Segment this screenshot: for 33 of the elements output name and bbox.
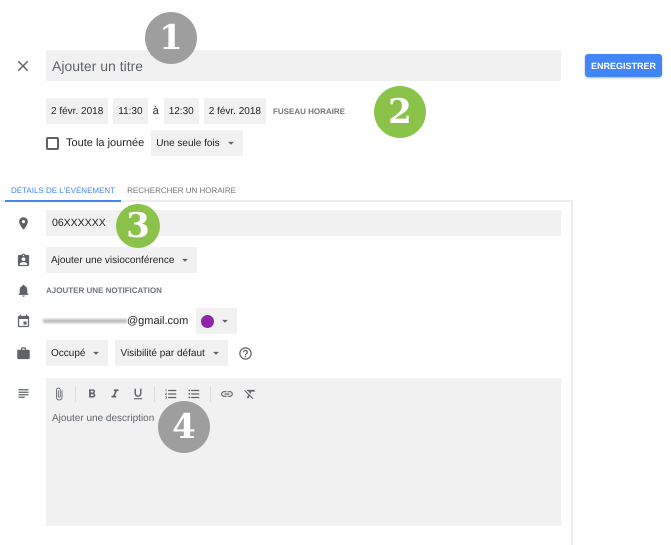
calendar-icon	[16, 314, 30, 328]
briefcase-icon	[16, 346, 30, 360]
callout-number: 1	[145, 12, 197, 64]
callout-number: 3	[116, 204, 160, 248]
availability-dropdown[interactable]: Occupé	[46, 340, 108, 366]
all-day-label: Toute la journée	[66, 137, 144, 149]
all-day-checkbox[interactable]	[46, 136, 59, 150]
underline-icon[interactable]	[131, 387, 145, 401]
start-date-field[interactable]: 2 févr. 2018	[46, 98, 108, 124]
bulleted-list-icon[interactable]	[187, 387, 201, 401]
separator-text: à	[152, 105, 159, 117]
description-icon	[16, 386, 30, 401]
visibility-dropdown[interactable]: Visibilité par défaut	[115, 340, 228, 366]
end-time-field[interactable]: 12:30	[164, 98, 199, 124]
calendar-email: @gmail.com	[127, 315, 188, 327]
tab[interactable]: RECHERCHER UN HORAIRE	[121, 183, 242, 202]
callout-number: 2	[374, 86, 426, 138]
contact-card-icon	[16, 252, 30, 268]
start-time-field[interactable]: 11:30	[113, 98, 148, 124]
timezone-link[interactable]: FUSEAU HORAIRE	[272, 106, 345, 116]
recurrence-dropdown[interactable]: Une seule fois	[151, 130, 243, 156]
add-notification-link[interactable]: AJOUTER UNE NOTIFICATION	[46, 286, 162, 294]
tab[interactable]: DÉTAILS DE L'ÉVÉNEMENT	[5, 183, 122, 202]
end-date-field[interactable]: 2 févr. 2018	[204, 98, 266, 124]
color-dropdown[interactable]	[196, 308, 238, 334]
save-button[interactable]: ENREGISTRER	[585, 54, 662, 77]
description-placeholder: Ajouter une description	[52, 413, 156, 424]
conference-dropdown[interactable]: Ajouter une visioconférence	[46, 247, 198, 273]
numbered-list-icon[interactable]	[164, 387, 178, 401]
clear-format-icon[interactable]	[243, 387, 257, 401]
help-icon[interactable]	[238, 346, 253, 360]
bell-icon	[16, 282, 30, 298]
title-field[interactable]: Ajouter un titre	[46, 50, 561, 81]
